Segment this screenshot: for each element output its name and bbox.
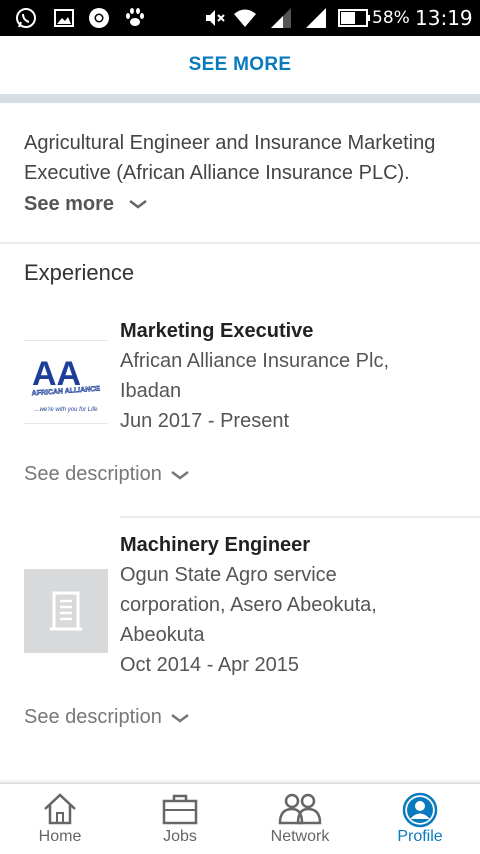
job-title[interactable]: Marketing Executive [120,320,313,343]
summary-see-more[interactable]: See more [24,190,148,218]
profile-summary: Agricultural Engineer and Insurance Mark… [24,132,436,184]
section-divider [0,94,480,103]
company-name: Ogun State Agro service [120,564,337,586]
nav-network[interactable]: Network [240,784,360,854]
entry-divider [120,516,480,518]
chrome-icon [89,8,109,28]
company-location: Abeokuta [120,624,205,646]
job-dates: Jun 2017 - Present [120,410,289,432]
see-description-label: See description [24,706,162,728]
nav-jobs[interactable]: Jobs [120,784,240,854]
see-description-button[interactable]: See description [24,706,190,729]
briefcase-icon [162,794,198,825]
gallery-icon [54,9,74,27]
profile-icon [402,792,438,828]
company-logo[interactable]: AA AFRICAN ALLIANCE ...we're with you fo… [24,340,108,424]
nav-jobs-label: Jobs [163,828,197,845]
clock: 13:19 [415,6,473,30]
status-bar: 58% 13:19 [0,0,480,36]
nav-profile[interactable]: Profile [360,784,480,854]
nav-home[interactable]: Home [0,784,120,854]
chevron-down-icon [171,713,189,723]
battery-percent: 58% [372,8,410,28]
section-divider [0,242,480,244]
see-more-button[interactable]: SEE MORE [0,36,480,94]
company-location: Ibadan [120,380,182,402]
battery-icon [338,9,370,27]
wifi-icon [234,9,256,27]
company-logo-placeholder[interactable] [24,569,108,653]
building-icon [50,591,82,631]
logo-tagline: ...we're with you for Life [35,407,99,413]
nav-network-label: Network [270,828,330,845]
nav-profile-label: Profile [397,828,443,845]
chevron-down-icon [171,470,189,480]
see-more-label: SEE MORE [188,54,292,75]
job-dates: Oct 2014 - Apr 2015 [120,654,300,676]
mute-icon [206,10,225,26]
signal-icon [271,8,291,28]
whatsapp-icon [16,8,36,28]
job-title[interactable]: Machinery Engineer [120,534,310,557]
network-icon [278,793,322,825]
see-description-label: See description [24,463,162,485]
bottom-navigation: Home Jobs Network Profile [0,783,480,854]
summary-see-more-label: See more [24,192,115,215]
african-alliance-logo: AA AFRICAN ALLIANCE ...we're with you fo… [31,355,101,413]
experience-heading: Experience [24,260,135,285]
company-name: African Alliance Insurance Plc, [120,350,390,372]
chevron-down-icon [129,200,147,209]
see-description-button[interactable]: See description [24,463,190,486]
company-name: corporation, Asero Abeokuta, [120,594,377,616]
paw-icon [126,8,144,26]
home-icon [44,793,76,825]
nav-home-label: Home [38,828,82,845]
signal-icon [306,8,326,28]
